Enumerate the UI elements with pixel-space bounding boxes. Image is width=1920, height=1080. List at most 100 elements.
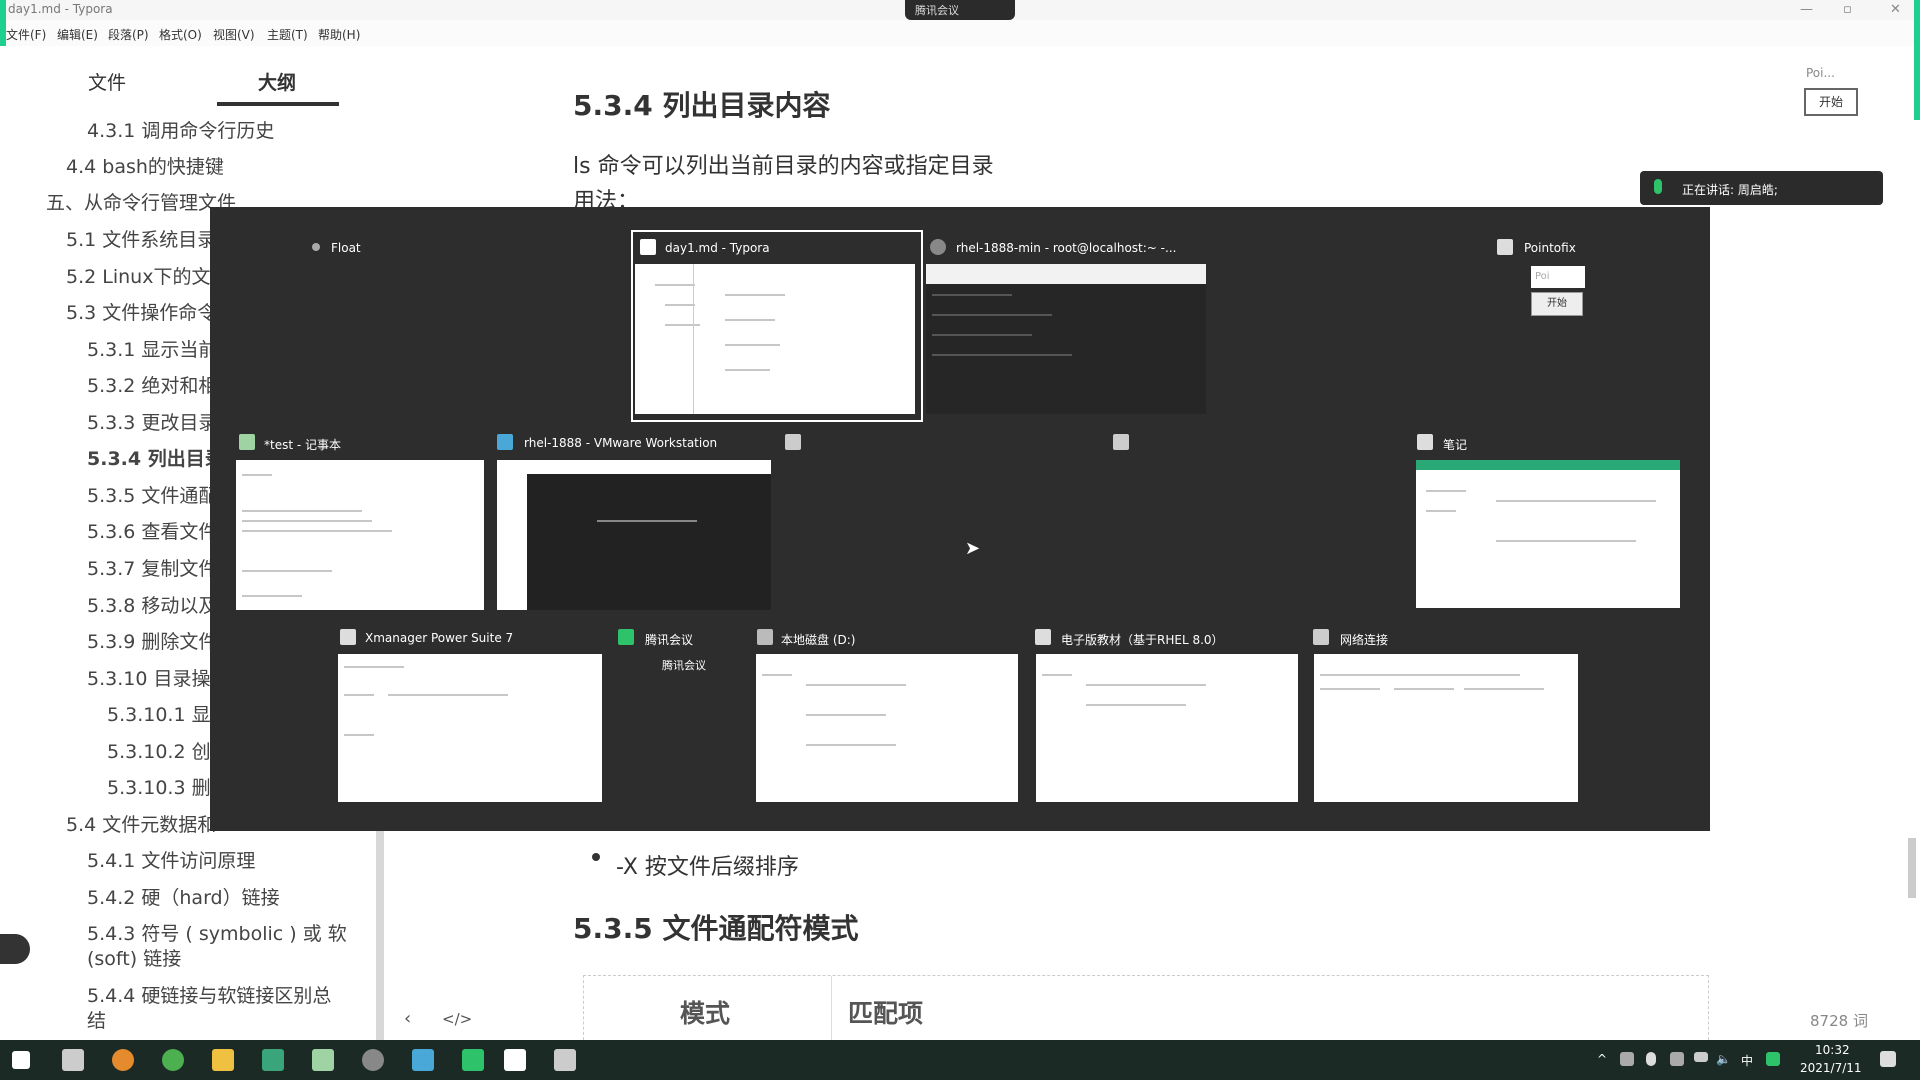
window-title: day1.md - Typora bbox=[8, 2, 113, 16]
outline-item[interactable]: 5.3.7 复制文件 bbox=[87, 554, 217, 581]
minimize-icon[interactable]: — bbox=[1800, 2, 1813, 17]
outline-item[interactable]: 五、从命令行管理文件 bbox=[46, 188, 236, 215]
outline-item[interactable]: 5.3.9 删除文件 bbox=[87, 627, 217, 654]
thumb-network[interactable] bbox=[1314, 654, 1578, 802]
file-explorer-icon[interactable] bbox=[212, 1049, 234, 1071]
thumb-explorer-ebook[interactable] bbox=[1036, 654, 1298, 802]
xshell-icon bbox=[930, 239, 946, 255]
menu-edit[interactable]: 编辑(E) bbox=[57, 26, 98, 43]
window-icon bbox=[785, 434, 801, 450]
battery-icon[interactable] bbox=[1694, 1052, 1708, 1062]
chevron-left-icon[interactable]: ‹ bbox=[404, 1008, 411, 1029]
outline-item-continued[interactable]: (soft) 链接 bbox=[87, 944, 181, 971]
meeting-thumb-label[interactable]: 腾讯会议 bbox=[662, 657, 706, 673]
tencent-meeting-taskbar-icon[interactable] bbox=[462, 1049, 484, 1071]
notes-icon bbox=[1417, 434, 1433, 450]
outline-item[interactable]: 5.1 文件系统目录 bbox=[66, 225, 216, 252]
pointofix-thumb-button[interactable]: 开始 bbox=[1531, 292, 1583, 316]
outline-item[interactable]: 5.4.3 符号 ( symbolic ) 或 软 bbox=[87, 919, 347, 946]
outline-item[interactable]: 5.3.6 查看文件 bbox=[87, 517, 217, 544]
notification-icon[interactable] bbox=[1880, 1051, 1896, 1067]
thumb-vmware[interactable] bbox=[497, 460, 771, 610]
chrome-icon[interactable] bbox=[162, 1049, 184, 1071]
menu-file[interactable]: 文件(F) bbox=[6, 26, 46, 43]
thumb-xmanager[interactable] bbox=[338, 654, 602, 802]
meeting-pill[interactable]: 腾讯会议 bbox=[905, 0, 1015, 20]
outline-item[interactable]: 5.3.10 目录操作 bbox=[87, 664, 229, 691]
pointofix-taskbar-icon[interactable] bbox=[62, 1049, 84, 1071]
outline-item-continued[interactable]: 结 bbox=[87, 1006, 106, 1033]
outline-item[interactable]: 5.4.1 文件访问原理 bbox=[87, 846, 255, 873]
sidebar-scrollbar[interactable] bbox=[376, 830, 384, 1040]
windows-start-icon[interactable] bbox=[12, 1051, 30, 1069]
tab-outline[interactable]: 大纲 bbox=[258, 68, 296, 95]
outline-item[interactable]: 5.3.2 绝对和相 bbox=[87, 371, 217, 398]
switcher-title-rhel-min: rhel-1888-min - root@localhost:~ -... bbox=[956, 241, 1177, 255]
thumb-typora[interactable] bbox=[635, 264, 915, 414]
menu-view[interactable]: 视图(V) bbox=[213, 26, 255, 43]
firefox-icon[interactable] bbox=[112, 1049, 134, 1071]
outline-item[interactable]: 5.2 Linux下的文 bbox=[66, 262, 210, 289]
notepad-taskbar-icon[interactable] bbox=[312, 1049, 334, 1071]
vmware-icon bbox=[497, 434, 513, 450]
chevron-up-icon[interactable]: ^ bbox=[1597, 1052, 1607, 1066]
menu-format[interactable]: 格式(O) bbox=[159, 26, 202, 43]
meeting-pill-label: 腾讯会议 bbox=[915, 4, 959, 17]
sidebar-toggle-icon[interactable] bbox=[0, 934, 30, 964]
paragraph-ls: ls 命令可以列出当前目录的内容或指定目录 bbox=[573, 154, 994, 179]
volume-icon[interactable]: 🔈 bbox=[1716, 1052, 1731, 1066]
menu-theme[interactable]: 主题(T) bbox=[267, 26, 308, 43]
mouse-cursor-icon: ➤ bbox=[965, 538, 981, 559]
switcher-title-ebook: 电子版教材（基于RHEL 8.0） bbox=[1061, 633, 1224, 647]
typora-taskbar-icon[interactable] bbox=[504, 1049, 526, 1071]
outline-item[interactable]: 4.3.1 调用命令行历史 bbox=[87, 116, 274, 143]
outline-item[interactable]: 5.3.8 移动以及 bbox=[87, 591, 217, 618]
outline-item[interactable]: 5.4.4 硬链接与软链接区别总 bbox=[87, 981, 331, 1008]
outline-item[interactable]: 5.3.3 更改目录 bbox=[87, 408, 217, 435]
ime-indicator[interactable]: 中 bbox=[1741, 1052, 1753, 1069]
drive-icon bbox=[757, 629, 773, 645]
xmanager-icon bbox=[340, 629, 356, 645]
maximize-icon[interactable]: ▫ bbox=[1843, 2, 1852, 17]
thumb-notepad[interactable] bbox=[236, 460, 484, 610]
pointofix2-taskbar-icon[interactable] bbox=[554, 1049, 576, 1071]
meeting-tray-icon[interactable] bbox=[1766, 1052, 1780, 1066]
editor-scrollbar[interactable] bbox=[1908, 838, 1916, 898]
outline-item[interactable]: 5.4 文件元数据和 bbox=[66, 810, 216, 837]
thumb-explorer-d[interactable] bbox=[756, 654, 1018, 802]
switcher-title-typora: day1.md - Typora bbox=[665, 241, 770, 255]
xmanager-taskbar-icon[interactable] bbox=[262, 1049, 284, 1071]
network-tray-icon[interactable] bbox=[1670, 1052, 1684, 1066]
close-icon[interactable]: ✕ bbox=[1890, 2, 1901, 17]
outline-item[interactable]: 5.3.1 显示当前 bbox=[87, 335, 217, 362]
word-count: 8728 词 bbox=[1810, 1012, 1868, 1030]
accent-bar-right bbox=[1914, 0, 1920, 120]
heading-534: 5.3.4 列出目录内容 bbox=[573, 89, 831, 122]
vmware-taskbar-icon[interactable] bbox=[412, 1049, 434, 1071]
menu-bar: 文件(F) 编辑(E) 段落(P) 格式(O) 视图(V) 主题(T) 帮助(H… bbox=[0, 20, 1920, 46]
pattern-table: 模式 匹配项 bbox=[583, 975, 1709, 1040]
tab-files[interactable]: 文件 bbox=[88, 68, 126, 95]
thumb-terminal[interactable] bbox=[926, 264, 1206, 414]
outline-item[interactable]: 5.4.2 硬（hard）链接 bbox=[87, 883, 280, 910]
switcher-title-vmware: rhel-1888 - VMware Workstation bbox=[524, 436, 718, 450]
clock-date[interactable]: 2021/7/11 bbox=[1800, 1061, 1862, 1075]
pointofix-start-button[interactable]: 开始 bbox=[1804, 88, 1858, 116]
xshell-taskbar-icon[interactable] bbox=[362, 1049, 384, 1071]
source-code-icon[interactable]: </> bbox=[442, 1010, 472, 1028]
thumb-notes[interactable] bbox=[1416, 460, 1680, 608]
outline-item[interactable]: 4.4 bash的快捷键 bbox=[66, 152, 224, 179]
tray-app-icon[interactable] bbox=[1620, 1052, 1634, 1066]
outline-item[interactable]: 5.3.5 文件通配 bbox=[87, 481, 217, 508]
switcher-title-notes: 笔记 bbox=[1443, 438, 1468, 452]
microphone-icon[interactable] bbox=[1646, 1052, 1656, 1066]
menu-help[interactable]: 帮助(H) bbox=[318, 26, 360, 43]
switcher-title-xmanager: Xmanager Power Suite 7 bbox=[365, 631, 514, 645]
menu-paragraph[interactable]: 段落(P) bbox=[108, 26, 149, 43]
pointofix-thumb-input[interactable]: Poi bbox=[1531, 266, 1585, 288]
outline-item-active[interactable]: 5.3.4 列出目录 bbox=[87, 444, 224, 471]
outline-item[interactable]: 5.3 文件操作命令 bbox=[66, 298, 216, 325]
switcher-title-meeting: 腾讯会议 bbox=[645, 633, 694, 647]
clock-time[interactable]: 10:32 bbox=[1815, 1043, 1850, 1057]
tab-active-indicator bbox=[217, 102, 339, 106]
